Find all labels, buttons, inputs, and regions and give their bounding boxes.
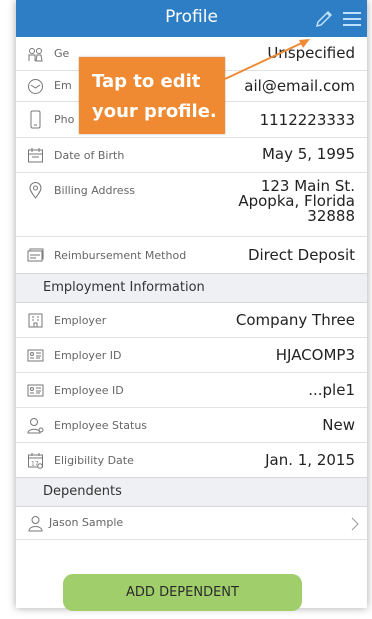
add-dependent-button[interactable]: ADD DEPENDENT: [63, 574, 302, 611]
dependent-name: Jason Sample: [49, 516, 124, 529]
row-label: Employee ID: [54, 384, 124, 397]
employment-row-employee-status[interactable]: Employee Status New: [16, 408, 367, 443]
building-icon: [27, 312, 44, 329]
row-value: Direct Deposit: [247, 246, 355, 264]
row-label: Billing Address: [54, 184, 136, 197]
person-icon: [27, 515, 44, 532]
row-label: Employee Status: [54, 419, 148, 432]
row-value: May 5, 1995: [261, 145, 355, 163]
email-icon: [27, 78, 44, 95]
location-pin-icon: [27, 182, 44, 199]
calendar-check-icon: 17: [27, 452, 44, 469]
row-value: ...ple1: [308, 381, 355, 399]
employment-row-employer[interactable]: Employer Company Three: [16, 303, 367, 338]
row-value: Jan. 1, 2015: [265, 451, 355, 469]
row-label: Em: [54, 79, 72, 92]
address-value: 123 Main St. Apopka, Florida 32888: [238, 179, 355, 224]
chevron-right-icon: [351, 517, 359, 531]
employment-row-employer-id[interactable]: Employer ID HJACOMP3: [16, 338, 367, 373]
row-label: Employer: [54, 314, 107, 327]
dependent-row[interactable]: Jason Sample: [16, 507, 367, 540]
dependents-section-header: Dependents: [16, 477, 367, 507]
id-card-icon: [27, 382, 44, 399]
gender-icon: [27, 46, 44, 63]
row-label: Date of Birth: [54, 149, 125, 162]
person-status-icon: [27, 417, 44, 434]
row-value: Unspecified: [267, 44, 355, 62]
employment-row-employee-id[interactable]: Employee ID ...ple1: [16, 373, 367, 408]
profile-row-billing-address[interactable]: Billing Address 123 Main St. Apopka, Flo…: [16, 173, 367, 237]
section-title: Dependents: [43, 484, 122, 499]
app-header: Profile: [16, 0, 367, 37]
row-value: ail@email.com: [244, 77, 355, 95]
hamburger-menu-icon[interactable]: [343, 11, 361, 27]
row-value: HJACOMP3: [275, 346, 355, 364]
row-value: Company Three: [235, 311, 355, 329]
section-title: Employment Information: [43, 280, 205, 295]
id-card-icon: [27, 347, 44, 364]
row-label: Pho: [54, 113, 75, 126]
employment-section-header: Employment Information: [16, 273, 367, 303]
address-line: 32888: [307, 207, 355, 225]
row-value: 1112223333: [259, 111, 355, 129]
row-label: Ge: [54, 47, 70, 60]
callout-line: Tap to edit: [92, 71, 201, 92]
deposit-icon: [27, 247, 44, 264]
calendar-icon: [27, 147, 44, 164]
row-label: Eligibility Date: [54, 454, 134, 467]
row-value: New: [322, 416, 355, 434]
edit-profile-callout: Tap to edit your profile.: [79, 57, 225, 134]
profile-row-dob[interactable]: Date of Birth May 5, 1995: [16, 138, 367, 173]
row-label: Employer ID: [54, 349, 122, 362]
pencil-icon[interactable]: [313, 8, 335, 30]
phone-icon: [27, 110, 44, 129]
callout-line: your profile.: [92, 101, 217, 122]
profile-row-reimbursement[interactable]: Reimbursement Method Direct Deposit: [16, 237, 367, 273]
row-label: Reimbursement Method: [54, 249, 187, 262]
employment-row-eligibility-date[interactable]: 17 Eligibility Date Jan. 1, 2015: [16, 443, 367, 477]
